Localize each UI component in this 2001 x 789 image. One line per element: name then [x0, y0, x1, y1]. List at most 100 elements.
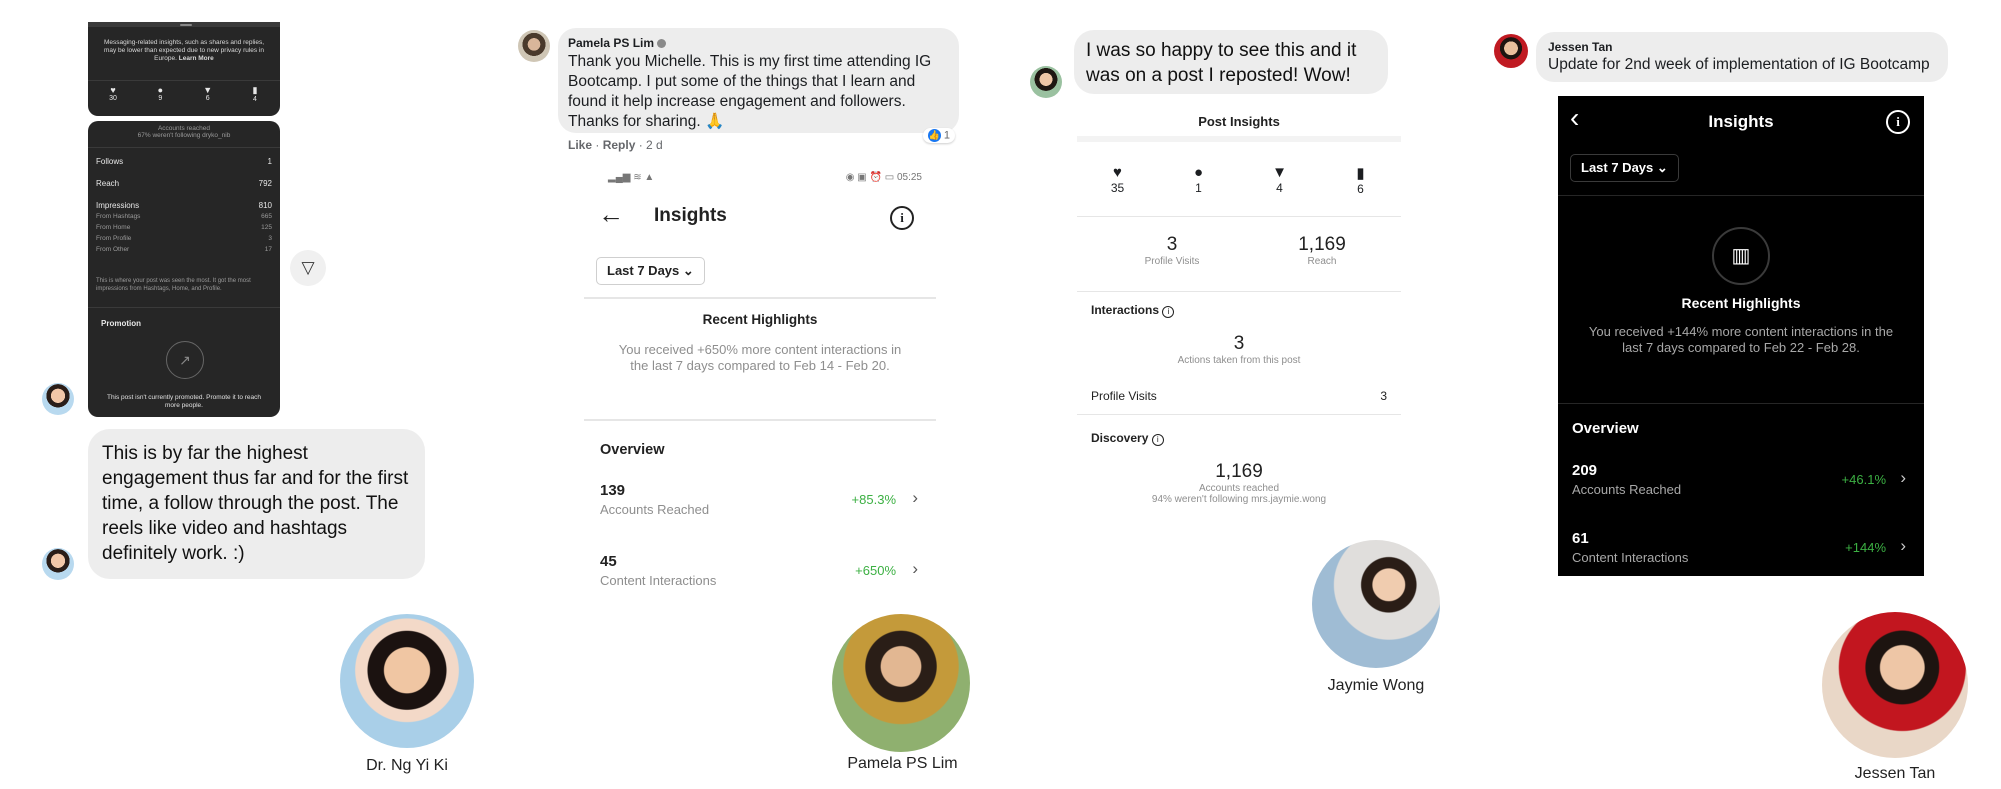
profile-caption: Jaymie Wong — [1327, 677, 1425, 694]
post-insights-title: Post Insights — [1198, 114, 1280, 129]
highlights-title: Recent Highlights — [1681, 295, 1801, 311]
highlights-text: You received +144% more content interact… — [1588, 324, 1894, 355]
profile-visits-row: Profile Visits 3 — [1091, 389, 1387, 403]
comment-author[interactable]: Jessen Tan — [1548, 40, 1612, 54]
share-icon: ▼ — [203, 85, 213, 95]
overview-row-content-interactions[interactable]: 45 Content Interactions +650% › — [600, 553, 918, 588]
send-icon[interactable]: ▽ — [290, 250, 326, 286]
stat-likes: ♥ 35 — [1088, 164, 1148, 196]
heart-icon: ♥ — [1113, 164, 1122, 181]
verified-icon — [657, 39, 667, 49]
comment-text: I was so happy to see this and it was on… — [1086, 40, 1357, 86]
change-value: +85.3% — [851, 492, 896, 507]
info-icon[interactable]: i — [1151, 434, 1164, 446]
insights-screenshot-bottom: Accounts reached 67% weren't following d… — [88, 121, 280, 417]
follows-row: Follows 1 — [96, 157, 272, 166]
stat-saves: ▮ 4 — [240, 85, 270, 103]
comment-text: Update for 2nd week of implementation of… — [1548, 56, 1930, 73]
change-value: +144% — [1845, 540, 1886, 555]
comment-age: 2 d — [646, 138, 663, 152]
reply-link[interactable]: Reply — [603, 138, 636, 152]
profile-photo — [340, 614, 474, 748]
comment-icon: ● — [1193, 164, 1204, 181]
comment-bubble: I was so happy to see this and it was on… — [1074, 30, 1388, 94]
like-icon: 👍 — [927, 129, 941, 142]
profile-caption: Jessen Tan — [1854, 765, 1936, 782]
promotion-label: Promotion — [101, 319, 141, 328]
impressions-row: Impressions 810 — [96, 201, 272, 210]
avatar — [42, 383, 74, 415]
range-dropdown[interactable]: Last 7 Days ⌄ — [1570, 154, 1679, 182]
profile-visits-stat: 3 Profile Visits — [1144, 234, 1200, 267]
impression-source-row: From Hashtags 665 — [96, 213, 272, 220]
insights-screenshot: ‹ Insights i Last 7 Days ⌄ ▥ Recent High… — [1558, 96, 1924, 576]
bookmark-icon: ▮ — [1356, 165, 1365, 182]
change-value: +46.1% — [1841, 472, 1886, 487]
stat-shares: ▼ 6 — [193, 85, 223, 103]
comment-author[interactable]: Pamela PS Lim — [568, 36, 654, 50]
overview-title: Overview — [600, 442, 665, 458]
interactions-title: Interactions i — [1091, 303, 1175, 318]
profile-caption: Dr. Ng Yi Ki — [366, 757, 448, 774]
heart-icon: ♥ — [110, 85, 116, 95]
impression-source-row: From Home 125 — [96, 224, 272, 231]
insights-screenshot: ▂▄▆ ≋ ▲ ◉ ▣ ⏰ ▭ 05:25 ← Insights i Last … — [584, 160, 936, 600]
bookmark-icon: ▮ — [252, 85, 258, 95]
like-link[interactable]: Like — [568, 138, 592, 152]
impression-source-row: From Other 17 — [96, 246, 272, 253]
highlights-title: Recent Highlights — [702, 312, 818, 327]
impressions-note: This is where your post was seen the mos… — [96, 278, 251, 292]
highlights-text: You received +650% more content interact… — [618, 342, 902, 373]
chevron-right-icon: › — [1900, 536, 1906, 555]
insights-screenshot-top: Messaging-related insights, such as shar… — [88, 22, 280, 116]
accounts-reached-title: Accounts reached — [157, 125, 211, 132]
overview-title: Overview — [1572, 420, 1639, 437]
back-arrow-icon[interactable]: ← — [598, 200, 624, 228]
chart-icon: ▥ — [1712, 227, 1770, 285]
accounts-reached-sub: 67% weren't following dryko_nib — [137, 132, 231, 139]
change-value: +650% — [855, 563, 896, 578]
chevron-right-icon: › — [1900, 468, 1906, 487]
chevron-right-icon: › — [912, 559, 918, 578]
profile-photo — [1312, 540, 1440, 668]
page-title: Insights — [654, 205, 727, 226]
chevron-down-icon: ⌄ — [682, 263, 694, 278]
comment-bubble: Pamela PS Lim Thank you Michelle. This i… — [558, 28, 959, 143]
overview-row-content-interactions[interactable]: 61 Content Interactions +144% › — [1572, 530, 1906, 565]
info-icon[interactable]: i — [1886, 110, 1910, 134]
accounts-reached-stat: 1,169 Accounts reached 94% weren't follo… — [1077, 461, 1401, 505]
status-signal-icon: ▂▄▆ ≋ ▲ — [608, 172, 655, 183]
info-icon[interactable]: i — [890, 206, 914, 230]
comment-bubble: Jessen Tan Update for 2nd week of implem… — [1536, 32, 1948, 82]
not-following-note: 94% weren't following mrs.jaymie.wong — [1151, 494, 1327, 505]
reach-row: Reach 792 — [96, 179, 272, 188]
comment-text: This is by far the highest engagement th… — [102, 443, 409, 564]
reach-stat: 1,169 Reach — [1298, 234, 1346, 267]
impression-source-row: From Profile 3 — [96, 235, 272, 242]
page-title: Insights — [1708, 112, 1774, 131]
post-insights-screenshot: Post Insights ♥ 35 ● 1 ▼ 4 ▮ 6 3 Profile Vis… — [1077, 104, 1401, 522]
comment-icon: ● — [157, 85, 164, 95]
comment-actions: Like · Reply · 2 d — [568, 138, 663, 152]
avatar — [518, 30, 550, 62]
stat-likes: ♥ 30 — [98, 85, 128, 103]
stat-comments: ● 1 — [1169, 164, 1229, 196]
overview-row-accounts-reached[interactable]: 139 Accounts Reached +85.3% › — [600, 482, 918, 517]
avatar — [1494, 34, 1528, 68]
avatar — [1030, 66, 1062, 98]
status-bar: ◉ ▣ ⏰ ▭ 05:25 — [845, 172, 922, 183]
promotion-icon: ↗ — [166, 341, 204, 379]
profile-photo — [1822, 612, 1968, 758]
stat-saves: ▮ 6 — [1331, 164, 1391, 196]
stat-shares: ▼ 4 — [1250, 164, 1310, 196]
range-dropdown[interactable]: Last 7 Days ⌄ — [596, 257, 705, 285]
learn-more-link[interactable]: Learn More — [179, 55, 214, 62]
comment-bubble: This is by far the highest engagement th… — [88, 429, 425, 579]
avatar — [42, 548, 74, 580]
chevron-down-icon: ⌄ — [1656, 160, 1668, 175]
overview-row-accounts-reached[interactable]: 209 Accounts Reached +46.1% › — [1572, 462, 1906, 497]
stat-comments: ● 9 — [145, 85, 175, 103]
info-icon[interactable]: i — [1162, 306, 1175, 318]
comment-text: Thank you Michelle. This is my first tim… — [568, 53, 932, 130]
reaction-badge[interactable]: 👍 1 — [922, 128, 955, 143]
